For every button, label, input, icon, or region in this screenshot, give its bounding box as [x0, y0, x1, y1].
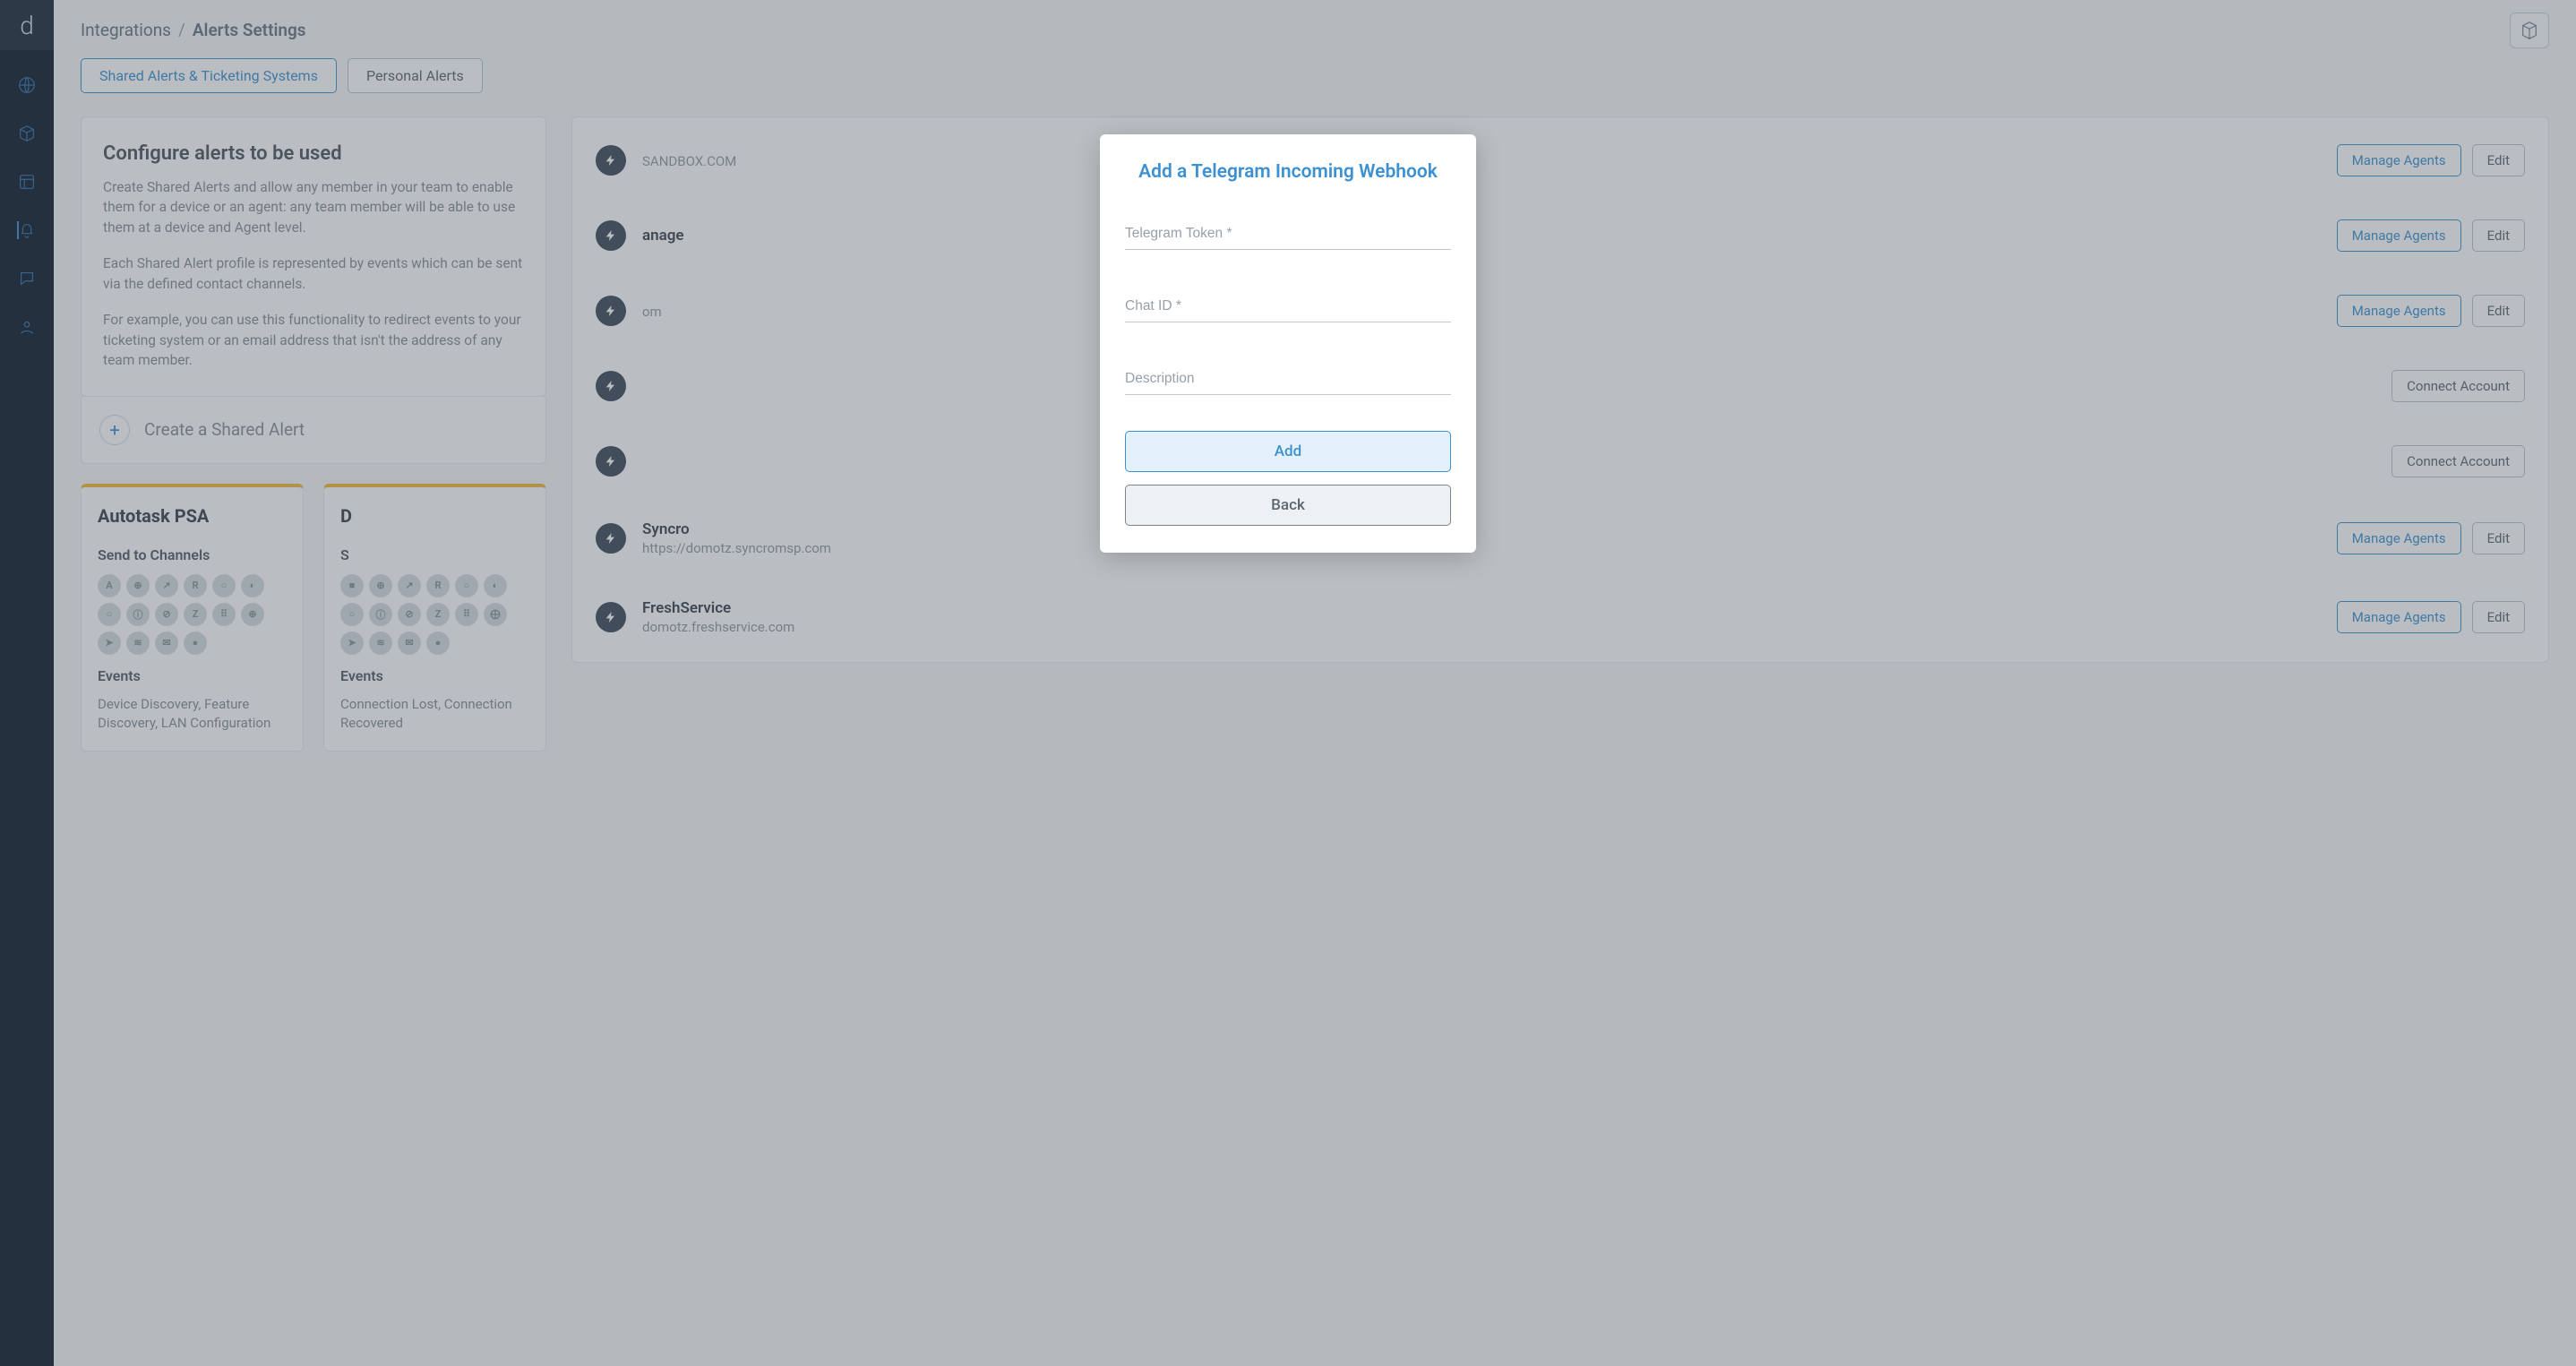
back-button[interactable]: Back [1125, 485, 1451, 526]
modal-title: Add a Telegram Incoming Webhook [1125, 161, 1451, 183]
chat-id-input[interactable] [1125, 293, 1451, 322]
telegram-token-input[interactable] [1125, 220, 1451, 250]
add-button[interactable]: Add [1125, 431, 1451, 472]
telegram-webhook-modal: Add a Telegram Incoming Webhook Add Back [1100, 134, 1476, 553]
modal-overlay[interactable]: Add a Telegram Incoming Webhook Add Back [0, 0, 2576, 1366]
description-input[interactable] [1125, 365, 1451, 395]
